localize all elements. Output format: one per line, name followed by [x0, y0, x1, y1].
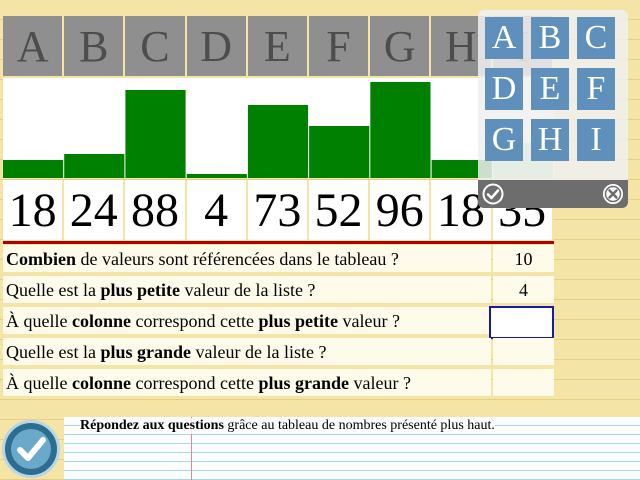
- question-row: À quelle colonne correspond cette plus g…: [3, 369, 554, 400]
- question-emphasis: plus petite: [258, 311, 338, 331]
- value-cell-b: 24: [64, 180, 126, 240]
- answer-field[interactable]: 4: [493, 276, 554, 305]
- separator-line: [3, 241, 554, 244]
- question-fragment: de valeurs sont référencées dans le tabl…: [76, 249, 399, 269]
- question-fragment: valeur ?: [337, 311, 400, 331]
- value-cell-e: 73: [248, 180, 309, 240]
- close-circle-icon[interactable]: [602, 183, 624, 205]
- bar-a: [3, 160, 64, 178]
- picker-button-c[interactable]: C: [577, 17, 615, 59]
- picker-button-a[interactable]: A: [485, 17, 523, 59]
- bar-e: [247, 105, 309, 178]
- checkmark-icon: [11, 429, 51, 469]
- column-header-b: B: [64, 16, 126, 76]
- value-cell-f: 52: [309, 180, 371, 240]
- instruction-panel: Répondez aux questions grâce au tableau …: [64, 417, 640, 480]
- column-header-f: F: [308, 16, 371, 76]
- question-fragment: correspond cette: [131, 311, 259, 331]
- question-text: Quelle est la plus grande valeur de la l…: [3, 338, 491, 367]
- column-header-d: D: [186, 16, 248, 76]
- question-text: Quelle est la plus petite valeur de la l…: [3, 276, 491, 305]
- column-header-a: A: [3, 16, 65, 76]
- bar-g: [370, 82, 431, 178]
- question-row: Combien de valeurs sont référencées dans…: [3, 245, 554, 276]
- answer-field[interactable]: [489, 306, 554, 339]
- picker-button-g[interactable]: G: [485, 119, 523, 161]
- question-fragment: correspond cette: [131, 373, 259, 393]
- question-fragment: valeur de la liste ?: [191, 342, 327, 362]
- questions-table: Combien de valeurs sont référencées dans…: [3, 245, 554, 400]
- question-emphasis: colonne: [71, 373, 131, 393]
- picker-action-bar: [478, 180, 628, 208]
- question-text: Combien de valeurs sont référencées dans…: [3, 245, 491, 274]
- value-cell-d: 4: [187, 180, 248, 240]
- bar-chart-svg: [3, 82, 553, 178]
- column-header-c: C: [125, 16, 187, 76]
- bar-f: [309, 126, 370, 178]
- question-fragment: À quelle: [6, 311, 72, 331]
- picker-button-b[interactable]: B: [531, 17, 569, 59]
- column-header-e: E: [247, 16, 309, 76]
- validate-button[interactable]: [2, 420, 60, 478]
- answer-field[interactable]: 10: [493, 245, 554, 274]
- instruction-text: Répondez aux questions grâce au tableau …: [80, 418, 495, 434]
- question-row: À quelle colonne correspond cette plus p…: [3, 306, 554, 339]
- picker-button-f[interactable]: F: [577, 68, 615, 110]
- picker-button-d[interactable]: D: [485, 68, 523, 110]
- column-header-g: G: [370, 16, 432, 76]
- value-cell-c: 88: [125, 180, 187, 240]
- question-row: Quelle est la plus grande valeur de la l…: [3, 338, 554, 369]
- check-circle-icon[interactable]: [482, 183, 504, 205]
- question-emphasis: plus grande: [100, 342, 191, 362]
- question-fragment: À quelle: [6, 373, 72, 393]
- instruction-rest: grâce au tableau de nombres présenté plu…: [223, 418, 495, 433]
- question-row: Quelle est la plus petite valeur de la l…: [3, 276, 554, 307]
- question-text: À quelle colonne correspond cette plus p…: [3, 307, 490, 336]
- values-row: 18 24 88 4 73 52 96 18 35: [3, 180, 554, 240]
- instruction-bold: Répondez aux questions: [80, 418, 224, 433]
- bar-c: [125, 90, 186, 178]
- column-picker-popup: ABC DEF GHI: [478, 10, 628, 208]
- picker-button-h[interactable]: H: [531, 119, 569, 161]
- bar-chart: [3, 78, 554, 178]
- picker-button-e[interactable]: E: [531, 68, 569, 110]
- bar-d: [186, 174, 247, 178]
- question-emphasis: colonne: [71, 311, 131, 331]
- answer-field[interactable]: [493, 369, 554, 398]
- question-emphasis: Combien: [6, 249, 77, 269]
- question-fragment: valeur ?: [348, 373, 411, 393]
- question-emphasis: plus petite: [100, 280, 180, 300]
- question-fragment: valeur de la liste ?: [179, 280, 316, 300]
- question-emphasis: plus grande: [258, 373, 349, 393]
- column-header-row: ABCDEFGHI: [3, 16, 554, 76]
- value-cell-a: 18: [3, 180, 65, 240]
- question-fragment: Quelle est la: [6, 342, 101, 362]
- question-text: À quelle colonne correspond cette plus g…: [3, 369, 491, 398]
- value-cell-g: 96: [370, 180, 432, 240]
- question-fragment: Quelle est la: [6, 280, 101, 300]
- bar-b: [64, 154, 125, 178]
- answer-field[interactable]: [493, 338, 554, 367]
- picker-button-i[interactable]: I: [577, 119, 615, 161]
